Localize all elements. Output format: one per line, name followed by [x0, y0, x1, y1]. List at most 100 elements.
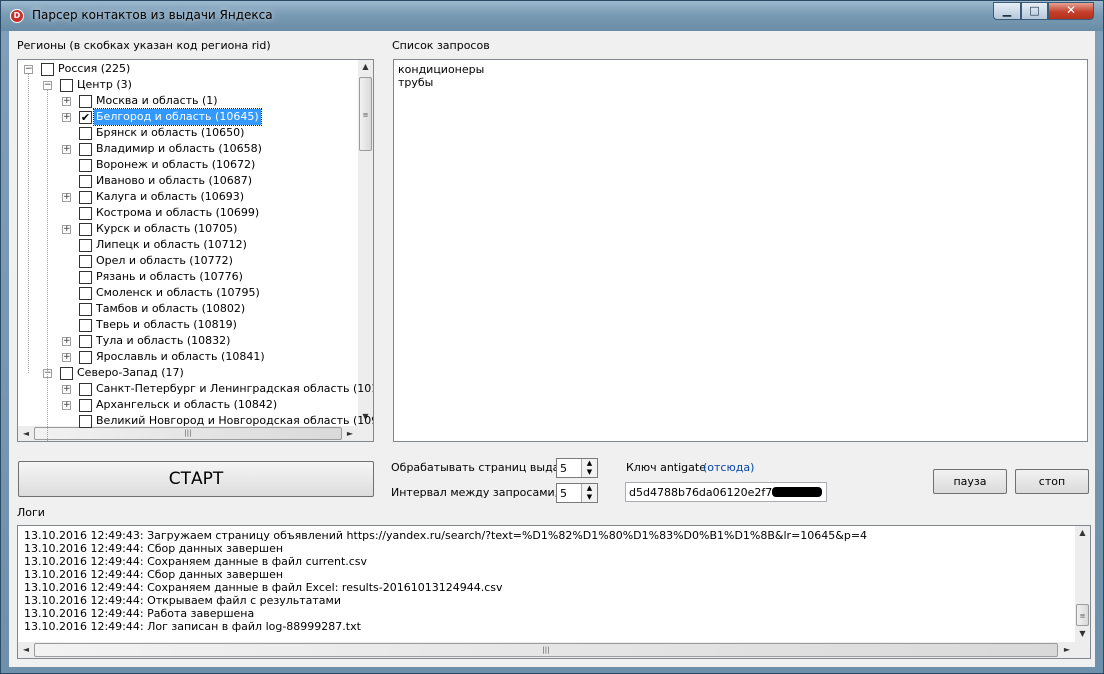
title-bar[interactable]: D Парсер контактов из выдачи Яндекса ▁ □… — [1, 1, 1103, 31]
app-icon[interactable]: D — [10, 9, 24, 23]
minimize-button[interactable]: ▁ — [993, 2, 1021, 20]
tree-item[interactable]: + Владимир и область (10658) — [18, 141, 358, 157]
logs-vertical-scrollbar[interactable]: ▲ ≡ ▼ — [1075, 526, 1090, 642]
log-line: 13.10.2016 12:49:44: Лог записан в файл … — [24, 620, 361, 633]
tree-item-checkbox[interactable] — [60, 79, 73, 92]
tree-item[interactable]: Орел и область (10772) — [18, 253, 358, 269]
tree-item[interactable]: + Москва и область (1) — [18, 93, 358, 109]
tree-item-checkbox[interactable] — [79, 415, 92, 428]
tree-item-checkbox[interactable] — [60, 367, 73, 380]
tree-item[interactable]: + ✔ Белгород и область (10645) — [18, 108, 358, 126]
interval-stepper[interactable]: 5 ▲ ▼ — [556, 483, 598, 503]
tree-item-checkbox[interactable] — [79, 303, 92, 316]
tree-item-checkbox[interactable] — [79, 399, 92, 412]
tree-item[interactable]: Тамбов и область (10802) — [18, 301, 358, 317]
regions-tree[interactable]: ▲ ≡ ▼ ◄ ||| ► − Россия (225) − Центр (3) + Мо… — [17, 59, 374, 442]
logs-scroll-thumb[interactable]: ≡ — [1076, 604, 1089, 626]
stop-button[interactable]: стоп — [1015, 469, 1089, 494]
tree-item-label: Иваново и область (10687) — [96, 174, 253, 187]
tree-item[interactable]: − Центр (3) — [18, 77, 358, 93]
tree-item-checkbox[interactable] — [79, 191, 92, 204]
tree-item-checkbox[interactable] — [79, 255, 92, 268]
tree-item[interactable]: Рязань и область (10776) — [18, 269, 358, 285]
scroll-right-icon[interactable]: ► — [1061, 645, 1073, 654]
tree-item-checkbox[interactable] — [79, 239, 92, 252]
tree-item-checkbox[interactable] — [79, 95, 92, 108]
expand-icon[interactable]: + — [62, 401, 71, 410]
pause-button[interactable]: пауза — [933, 469, 1007, 494]
tree-item-label: Калуга и область (10693) — [96, 190, 245, 203]
tree-item-checkbox[interactable] — [79, 159, 92, 172]
antigate-key-field[interactable]: d5d4788b76da06120e2f7a4 — [625, 482, 827, 502]
tree-item-checkbox[interactable] — [79, 127, 92, 140]
log-line: 13.10.2016 12:49:44: Работа завершена — [24, 607, 255, 620]
logs-horizontal-scrollbar[interactable]: ◄ ||| ► — [18, 642, 1075, 658]
queries-label: Список запросов — [392, 39, 490, 52]
tree-item-label: Орел и область (10772) — [96, 254, 233, 267]
log-line: 13.10.2016 12:49:44: Сбор данных заверше… — [24, 568, 284, 581]
expand-icon[interactable]: + — [62, 145, 71, 154]
tree-item-checkbox[interactable] — [79, 287, 92, 300]
scroll-left-icon[interactable]: ◄ — [20, 429, 32, 438]
tree-item[interactable]: + Калуга и область (10693) — [18, 189, 358, 205]
tree-item-label: Рязань и область (10776) — [96, 270, 243, 283]
tree-item-checkbox[interactable] — [79, 319, 92, 332]
expand-icon[interactable]: + — [62, 225, 71, 234]
tree-item[interactable]: Великий Новгород и Новгородская область … — [18, 413, 373, 429]
tree-item-label: Смоленск и область (10795) — [96, 286, 260, 299]
scroll-right-icon[interactable]: ► — [344, 429, 356, 438]
tree-item-checkbox[interactable] — [79, 207, 92, 220]
tree-item[interactable]: Липецк и область (10712) — [18, 237, 358, 253]
scroll-up-icon[interactable]: ▲ — [358, 62, 373, 71]
tree-item[interactable]: Брянск и область (10650) — [18, 125, 358, 141]
logs-hscroll-thumb[interactable]: ||| — [34, 643, 1058, 657]
stepper-arrows-icon[interactable]: ▲ ▼ — [581, 459, 597, 477]
tree-item-checkbox[interactable]: ✔ — [79, 111, 92, 124]
tree-item[interactable]: − Россия (225) — [18, 61, 358, 77]
expand-icon[interactable]: + — [62, 113, 71, 122]
tree-item[interactable]: − Северо-Запад (17) — [18, 365, 358, 381]
expand-icon[interactable]: + — [62, 385, 71, 394]
expand-icon[interactable]: + — [62, 193, 71, 202]
tree-item-checkbox[interactable] — [41, 63, 54, 76]
tree-item-label: Курск и область (10705) — [96, 222, 238, 235]
regions-vertical-scrollbar[interactable]: ▲ ≡ ▼ — [358, 60, 373, 426]
tree-item-checkbox[interactable] — [79, 335, 92, 348]
tree-item[interactable]: + Архангельск и область (10842) — [18, 397, 358, 413]
scroll-up-icon[interactable]: ▲ — [1075, 528, 1090, 537]
antigate-label: Ключ antigate — [626, 461, 706, 474]
tree-item[interactable]: + Тула и область (10832) — [18, 333, 358, 349]
logs-label: Логи — [17, 506, 45, 519]
stepper-arrows-icon[interactable]: ▲ ▼ — [581, 484, 597, 502]
close-button[interactable]: ✕ — [1048, 2, 1094, 20]
log-line: 13.10.2016 12:49:44: Сбор данных заверше… — [24, 542, 284, 555]
tree-item[interactable]: + Ярославль и область (10841) — [18, 349, 358, 365]
tree-item-checkbox[interactable] — [79, 223, 92, 236]
tree-item[interactable]: Тверь и область (10819) — [18, 317, 358, 333]
scroll-left-icon[interactable]: ◄ — [20, 645, 32, 654]
expand-icon[interactable]: + — [62, 97, 71, 106]
logs-textarea[interactable]: ▲ ≡ ▼ ◄ ||| ► 13.10.2016 12:49:43: Загру… — [17, 525, 1091, 659]
tree-item[interactable]: Иваново и область (10687) — [18, 173, 358, 189]
expand-icon[interactable]: + — [62, 353, 71, 362]
tree-item-label: Тула и область (10832) — [96, 334, 231, 347]
pages-stepper[interactable]: 5 ▲ ▼ — [556, 458, 598, 478]
scroll-down-icon[interactable]: ▼ — [1075, 629, 1090, 638]
tree-item[interactable]: Кострома и область (10699) — [18, 205, 358, 221]
tree-item-checkbox[interactable] — [79, 271, 92, 284]
start-button[interactable]: СТАРТ — [18, 461, 374, 497]
maximize-button[interactable]: □ — [1021, 2, 1048, 20]
tree-item[interactable]: + Курск и область (10705) — [18, 221, 358, 237]
queries-textarea[interactable]: кондиционеры трубы — [393, 59, 1088, 442]
regions-scroll-thumb[interactable]: ≡ — [359, 77, 372, 151]
query-line: кондиционеры — [398, 63, 485, 76]
antigate-link[interactable]: (отсюда) — [703, 461, 754, 474]
expand-icon[interactable]: + — [62, 337, 71, 346]
tree-item-checkbox[interactable] — [79, 175, 92, 188]
tree-item-checkbox[interactable] — [79, 351, 92, 364]
tree-item[interactable]: Воронеж и область (10672) — [18, 157, 358, 173]
tree-item-checkbox[interactable] — [79, 143, 92, 156]
tree-item[interactable]: Смоленск и область (10795) — [18, 285, 358, 301]
tree-item[interactable]: + Санкт-Петербург и Ленинградская область… — [18, 381, 373, 397]
tree-item-checkbox[interactable] — [79, 383, 92, 396]
